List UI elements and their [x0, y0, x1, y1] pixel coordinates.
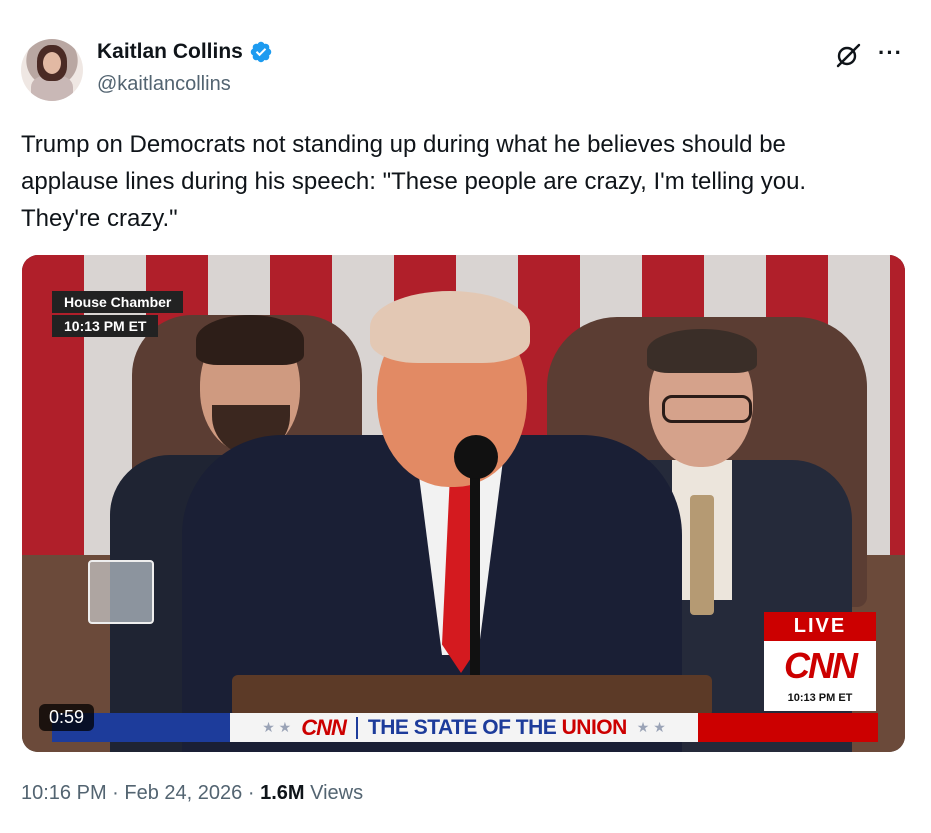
water-glass	[88, 560, 154, 624]
banner-title: THE STATE OF THE UNION	[367, 715, 627, 739]
cnn-logo: CNN	[784, 645, 858, 686]
tweet-date[interactable]: Feb 24, 2026	[124, 782, 242, 804]
grok-icon[interactable]	[835, 42, 861, 68]
tweet-time[interactable]: 10:16 PM	[21, 782, 107, 804]
views-label: Views	[310, 782, 364, 804]
views-count: 1.6M	[260, 782, 305, 804]
video-duration: 0:59	[39, 704, 95, 731]
lower-third-banner: ★ ★ CNN THE STATE OF THE UNION ★ ★	[22, 713, 905, 742]
location-tag: House Chamber	[52, 291, 184, 313]
tweet-text: Trump on Democrats not standing up durin…	[21, 131, 807, 232]
author-name-row: Kaitlan Collins	[97, 40, 273, 64]
avatar[interactable]	[21, 39, 83, 101]
time-tag: 10:13 PM ET	[52, 315, 159, 337]
network-time: 10:13 PM ET	[787, 692, 853, 704]
tweet-meta: 10:16 PM · Feb 24, 2026 · 1.6M Views	[21, 782, 364, 804]
video-player[interactable]: House Chamber 10:13 PM ET LIVE CNN 10:13…	[22, 255, 905, 752]
microphone	[454, 435, 498, 479]
live-badge: LIVE	[764, 612, 876, 641]
podium	[232, 675, 712, 717]
author-handle[interactable]: @kaitlancollins	[97, 73, 231, 96]
verified-badge-icon[interactable]	[249, 40, 273, 64]
star-icon: ★ ★	[262, 719, 292, 735]
star-icon: ★ ★	[636, 719, 666, 735]
author-name[interactable]: Kaitlan Collins	[97, 40, 243, 64]
network-bug: CNN 10:13 PM ET	[764, 641, 876, 711]
banner-cnn-logo: CNN	[301, 714, 347, 740]
more-icon[interactable]: ···	[878, 40, 903, 66]
